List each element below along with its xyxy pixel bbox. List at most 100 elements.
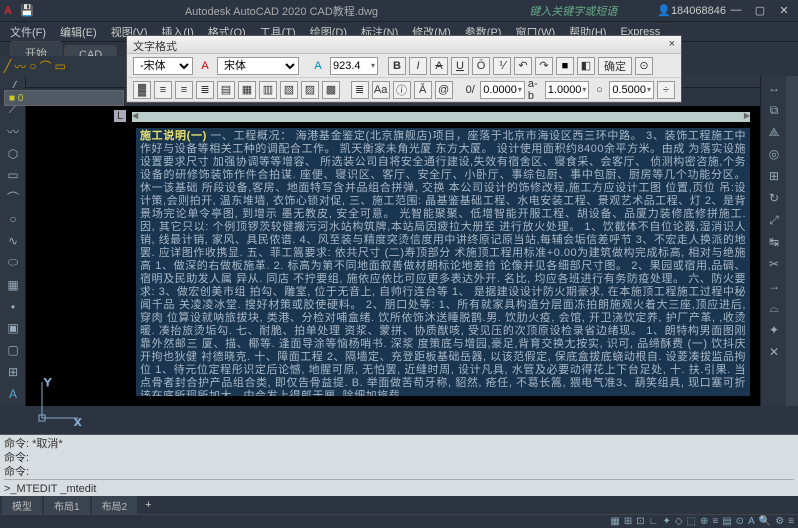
field-icon[interactable]: ⓘ: [393, 81, 411, 99]
region-tool-icon[interactable]: ▢: [2, 340, 24, 360]
pline-tool-icon[interactable]: 〰: [2, 122, 24, 142]
menu-edit[interactable]: 编辑(E): [54, 22, 103, 42]
cmd-input[interactable]: >_MTEDIT _mtedit: [4, 479, 794, 496]
sb-polar-icon[interactable]: ✦: [662, 516, 670, 527]
undo-icon[interactable]: ↶: [514, 57, 532, 75]
al2-icon[interactable]: ▦: [238, 81, 256, 99]
maximize-icon[interactable]: ▢: [750, 4, 770, 17]
sb-dyn-icon[interactable]: ⊕: [700, 516, 708, 527]
rect-icon[interactable]: ▭: [55, 59, 66, 73]
sb-trans-icon[interactable]: ▤: [722, 516, 731, 527]
point-tool-icon[interactable]: •: [2, 297, 24, 317]
color-swatch[interactable]: ■: [556, 57, 574, 75]
paragraph-icon[interactable]: ≣: [196, 81, 214, 99]
polyline-icon[interactable]: 〰: [14, 58, 26, 75]
command-line[interactable]: 命令: *取消* 命令: 命令: >_MTEDIT _mtedit: [0, 434, 798, 496]
sb-gear-icon[interactable]: ⚙: [775, 516, 784, 527]
minimize-icon[interactable]: —: [726, 4, 746, 17]
add-layout-icon[interactable]: +: [139, 499, 157, 511]
al6-icon[interactable]: ▩: [322, 81, 340, 99]
al5-icon[interactable]: ▨: [301, 81, 319, 99]
italic-button[interactable]: I: [409, 57, 427, 75]
at-icon[interactable]: @: [435, 81, 453, 99]
scrollbar[interactable]: [786, 76, 798, 406]
scale-tool-icon[interactable]: ⤢: [763, 210, 785, 230]
explode-tool-icon[interactable]: ✦: [763, 320, 785, 340]
rotate-tool-icon[interactable]: ↻: [763, 188, 785, 208]
array-tool-icon[interactable]: ⊞: [763, 166, 785, 186]
sb-model-icon[interactable]: ▦: [610, 516, 619, 527]
spline-tool-icon[interactable]: ∿: [2, 231, 24, 251]
linespace-icon[interactable]: ≣: [351, 81, 369, 99]
sb-lwt-icon[interactable]: ≡: [712, 516, 718, 527]
strike-button[interactable]: A: [430, 57, 448, 75]
table-tool-icon[interactable]: ⊞: [2, 362, 24, 382]
redo-icon[interactable]: ↷: [535, 57, 553, 75]
tracking-input[interactable]: 1.0000: [545, 81, 590, 99]
close-icon[interactable]: ✕: [774, 4, 794, 17]
arc-icon[interactable]: ⌒: [40, 58, 52, 75]
extend-tool-icon[interactable]: →: [763, 276, 785, 296]
quick-save-icon[interactable]: 💾: [20, 4, 34, 17]
list-icon[interactable]: ≡: [175, 81, 193, 99]
sb-snap-icon[interactable]: ⊡: [636, 516, 644, 527]
fillet-tool-icon[interactable]: ⌓: [763, 298, 785, 318]
hatch-tool-icon[interactable]: ▦: [2, 275, 24, 295]
text-height-input[interactable]: 923.4: [330, 57, 378, 75]
erase-tool-icon[interactable]: ✕: [763, 342, 785, 362]
bold-button[interactable]: B: [388, 57, 406, 75]
al1-icon[interactable]: ▤: [217, 81, 235, 99]
stack-button[interactable]: ⅟: [493, 57, 511, 75]
oblique-input[interactable]: 0.0000: [480, 81, 525, 99]
font-select[interactable]: 宋体: [217, 57, 299, 75]
columns-icon[interactable]: ▓: [133, 81, 151, 99]
editor-close-icon[interactable]: ×: [669, 38, 675, 51]
tab-layout1[interactable]: 布局1: [44, 496, 90, 515]
circle-icon[interactable]: ○: [29, 59, 36, 73]
sb-scale-icon[interactable]: 🔍: [759, 516, 771, 527]
underline-button[interactable]: U: [451, 57, 469, 75]
mirror-tool-icon[interactable]: ⟁: [763, 122, 785, 142]
stretch-tool-icon[interactable]: ↹: [763, 232, 785, 252]
rect-tool-icon[interactable]: ▭: [2, 165, 24, 185]
sb-osnap-icon[interactable]: ◇: [675, 516, 683, 527]
justify-left-icon[interactable]: ≡: [154, 81, 172, 99]
user-name[interactable]: 184068846: [671, 5, 726, 17]
copy-tool-icon[interactable]: ⧉: [763, 100, 785, 120]
text-ruler[interactable]: L: [132, 112, 750, 122]
ellipse-tool-icon[interactable]: ⬭: [2, 253, 24, 273]
overline-button[interactable]: Ō: [472, 57, 490, 75]
sb-3d-icon[interactable]: ⬚: [687, 516, 696, 527]
block-tool-icon[interactable]: ▣: [2, 318, 24, 338]
arc-tool-icon[interactable]: ⌒: [2, 187, 24, 207]
trim-tool-icon[interactable]: ✂: [763, 254, 785, 274]
al3-icon[interactable]: ▥: [259, 81, 277, 99]
move-tool-icon[interactable]: ↔: [763, 78, 785, 98]
sb-grid-icon[interactable]: ⊞: [624, 516, 632, 527]
text-style-select[interactable]: -宋体: [133, 57, 193, 75]
options-icon[interactable]: ⊙: [635, 57, 653, 75]
sb-qs-icon[interactable]: ⊙: [736, 516, 744, 527]
annotative-icon[interactable]: A: [309, 57, 327, 75]
text-tool-icon[interactable]: A: [2, 384, 24, 404]
tab-model[interactable]: 模型: [2, 496, 42, 515]
polygon-tool-icon[interactable]: ⬡: [2, 144, 24, 164]
layer-combo[interactable]: ■ 0: [4, 90, 124, 106]
sb-ortho-icon[interactable]: ∟: [649, 516, 659, 527]
width-input[interactable]: 0.5000: [609, 81, 654, 99]
tab-layout2[interactable]: 布局2: [92, 496, 138, 515]
line-icon[interactable]: ╱: [4, 59, 11, 73]
ok-button[interactable]: 确定: [598, 57, 632, 75]
mtext-content[interactable]: 施工说明(一) 一、工程概况： 海港基金鉴定(北京旗舰店)项目，座落于北京市海设…: [136, 128, 750, 396]
search-placeholder[interactable]: 键入关键字或短语: [529, 3, 617, 19]
al4-icon[interactable]: ▧: [280, 81, 298, 99]
ruler-icon[interactable]: ◧: [577, 57, 595, 75]
spin-icon[interactable]: ÷: [657, 81, 675, 99]
menu-file[interactable]: 文件(F): [4, 22, 52, 42]
sb-ann-icon[interactable]: A: [748, 516, 755, 527]
symbol-icon[interactable]: Ǎ: [414, 81, 432, 99]
sb-menu-icon[interactable]: ≡: [788, 516, 794, 527]
circle-tool-icon[interactable]: ○: [2, 209, 24, 229]
offset-tool-icon[interactable]: ◎: [763, 144, 785, 164]
case-button[interactable]: Aa: [372, 81, 390, 99]
